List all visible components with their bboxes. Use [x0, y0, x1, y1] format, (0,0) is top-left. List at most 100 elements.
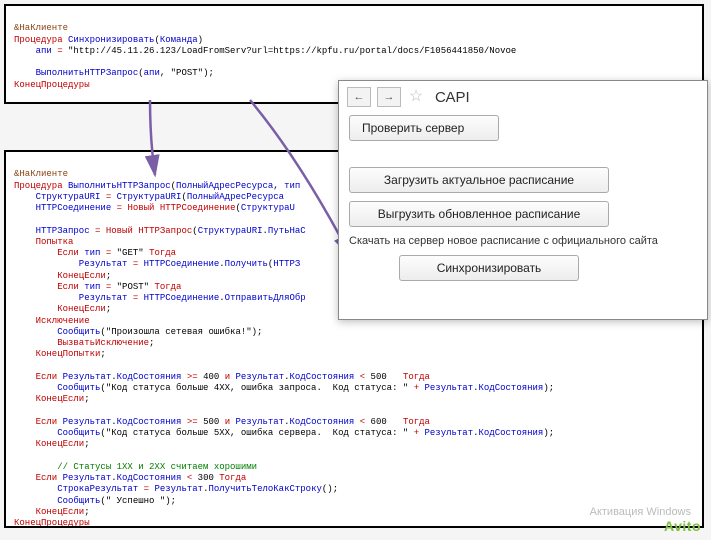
op: =	[106, 248, 111, 258]
fn: Сообщить	[14, 327, 100, 337]
v: Результат	[63, 473, 112, 483]
op: =	[144, 484, 149, 494]
s: "Код статуса больше 4XX, ошибка запроса.…	[106, 383, 408, 393]
keyword-endproc: КонецПроцедуры	[14, 80, 90, 90]
keyword-procedure: Процедура	[14, 35, 63, 45]
kw-raise: ВызватьИсключение	[14, 338, 149, 348]
paren-semi: );	[203, 68, 214, 78]
nav-back-button[interactable]: ←	[347, 87, 371, 107]
op: >=	[187, 372, 198, 382]
v: тип	[84, 248, 100, 258]
kw-then: Тогда	[403, 372, 430, 382]
semi: ;	[149, 338, 154, 348]
obj: HTTPСоединение	[144, 259, 220, 269]
v: Результат	[425, 383, 474, 393]
arg-api: апи	[144, 68, 160, 78]
var-api: апи	[14, 46, 52, 56]
fn: Сообщить	[14, 496, 100, 506]
paren: )	[198, 35, 203, 45]
prop: КодСостояния	[290, 372, 355, 382]
semi: ;	[106, 304, 111, 314]
favorite-star-icon[interactable]: ☆	[407, 88, 425, 106]
p: );	[252, 327, 263, 337]
comma: ,	[160, 68, 165, 78]
kw-if: Если	[14, 417, 57, 427]
prop: КодСостояния	[290, 417, 355, 427]
m: ОтправитьДляОбр	[225, 293, 306, 303]
proc-name: Синхронизировать	[68, 35, 154, 45]
prop: КодСостояния	[117, 372, 182, 382]
kw-and: и	[225, 417, 230, 427]
fn: СтруктураURI	[117, 192, 182, 202]
kw: Процедура	[14, 181, 63, 191]
load-schedule-button[interactable]: Загрузить актуальное расписание	[349, 167, 609, 193]
param: ПолныйАдресРесурса	[176, 181, 273, 191]
prop: ПутьНаС	[268, 226, 306, 236]
kw-if: Если	[14, 473, 57, 483]
v: Результат	[154, 484, 203, 494]
v: СтруктураURI	[14, 192, 100, 202]
p: );	[165, 496, 176, 506]
semi: ;	[84, 507, 89, 517]
param: Команда	[160, 35, 198, 45]
kw-then: Тогда	[403, 417, 430, 427]
v: Результат	[14, 259, 127, 269]
kw-endif: КонецЕсли	[14, 394, 84, 404]
kw-then: Тогда	[219, 473, 246, 483]
kw-endif: КонецЕсли	[14, 304, 106, 314]
windows-activation-watermark: Активация Windows	[590, 506, 691, 518]
fn: Сообщить	[14, 383, 100, 393]
semi: ;	[106, 271, 111, 281]
param: тип	[284, 181, 300, 191]
p: ();	[322, 484, 338, 494]
op: +	[414, 383, 419, 393]
v: HTTPСоединение	[14, 203, 111, 213]
v: Результат	[63, 372, 112, 382]
s: "Код статуса больше 5XX, ошибка сервера.…	[106, 428, 408, 438]
p: );	[543, 383, 554, 393]
comment: // Статусы 1XX и 2XX считаем хорошими	[14, 462, 257, 472]
type: HTTPЗапрос	[138, 226, 192, 236]
op: <	[360, 417, 365, 427]
kw-if: Если	[14, 372, 57, 382]
m: Получить	[225, 259, 268, 269]
avito-watermark: Avito	[664, 518, 701, 534]
v: тип	[84, 282, 100, 292]
proc-name: ВыполнитьHTTPЗапрос	[68, 181, 171, 191]
prop: КодСостояния	[479, 383, 544, 393]
n: 400	[203, 372, 219, 382]
call-http: ВыполнитьHTTPЗапрос	[14, 68, 138, 78]
op: =	[133, 259, 138, 269]
op: <	[360, 372, 365, 382]
s: "GET"	[117, 248, 144, 258]
v: HTTPЗапрос	[14, 226, 90, 236]
directive: &НаКлиенте	[14, 169, 68, 179]
dialog-toolbar: ← → ☆ САРІ	[339, 81, 707, 111]
kw-then: Тогда	[149, 248, 176, 258]
s: "POST"	[117, 282, 149, 292]
op: =	[106, 192, 111, 202]
s: " Успешно "	[106, 496, 165, 506]
semi: ;	[100, 349, 105, 359]
arg: ПолныйАдресРесурса	[187, 192, 284, 202]
string-post: "POST"	[171, 68, 203, 78]
nav-forward-button[interactable]: →	[377, 87, 401, 107]
op: =	[117, 203, 122, 213]
kw-if: Если	[14, 248, 79, 258]
v: Результат	[236, 417, 285, 427]
c: ,	[273, 181, 278, 191]
check-server-button[interactable]: Проверить сервер	[349, 115, 499, 141]
op: +	[414, 428, 419, 438]
kw-endif: КонецЕсли	[14, 507, 84, 517]
unload-schedule-button[interactable]: Выгрузить обновленное расписание	[349, 201, 609, 227]
arg: HTTPЗ	[273, 259, 300, 269]
op: =	[133, 293, 138, 303]
sync-hint-label: Скачать на сервер новое расписание с офи…	[349, 235, 697, 247]
semi: ;	[84, 439, 89, 449]
v: Результат	[14, 293, 127, 303]
kw-except: Исключение	[14, 316, 90, 326]
dialog-body: Проверить сервер Загрузить актуальное ра…	[339, 111, 707, 299]
kw-endproc: КонецПроцедуры	[14, 518, 90, 528]
sync-button[interactable]: Синхронизировать	[399, 255, 579, 281]
string-url: "http://45.11.26.123/LoadFromServ?url=ht…	[68, 46, 516, 56]
